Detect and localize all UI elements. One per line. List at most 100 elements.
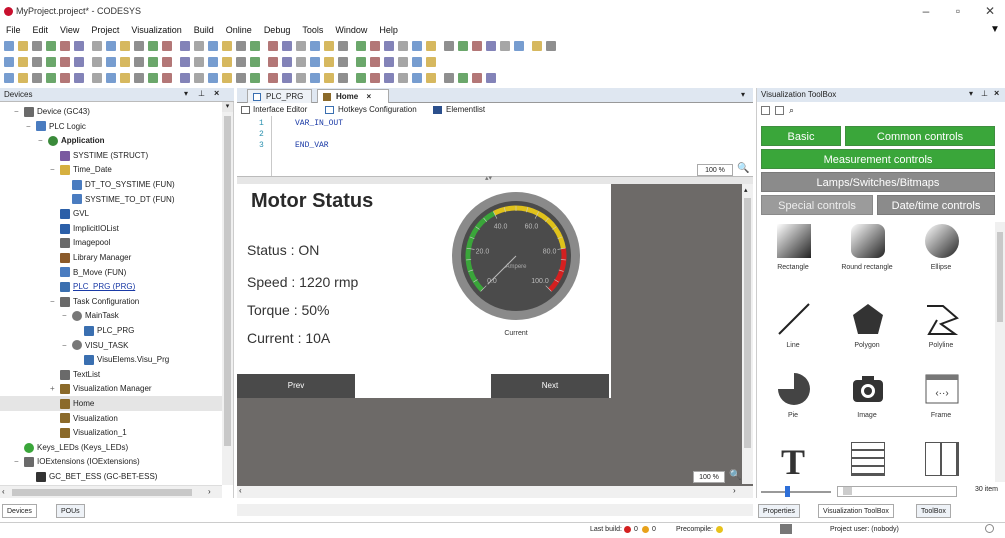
toolbar-button-icon[interactable] bbox=[310, 73, 320, 83]
menu-tools[interactable]: Tools bbox=[296, 22, 329, 38]
tree-item[interactable]: PLC_PRG bbox=[0, 323, 222, 338]
toolbar-button-icon[interactable] bbox=[4, 73, 14, 83]
panel-dropdown-icon[interactable]: ▾ bbox=[184, 89, 188, 98]
splitter-grip-icon[interactable]: ▴▾ bbox=[485, 174, 492, 182]
tree-item[interactable]: − MainTask bbox=[0, 308, 222, 323]
toolbar-button-icon[interactable] bbox=[296, 41, 306, 51]
minimize-button[interactable]: – bbox=[912, 2, 940, 20]
close-button[interactable]: ✕ bbox=[976, 2, 1004, 20]
code-line[interactable]: END_VAR bbox=[295, 141, 329, 150]
toolbar-button-icon[interactable] bbox=[208, 57, 218, 67]
toolbar-button-icon[interactable] bbox=[208, 41, 218, 51]
toolbar-button-icon[interactable] bbox=[120, 57, 130, 67]
expand-toggle-icon[interactable]: − bbox=[50, 162, 58, 177]
tab-home[interactable]: Home × bbox=[317, 89, 389, 103]
tool-pie[interactable]: Pie bbox=[763, 370, 823, 440]
canvas-vertical-scrollbar[interactable]: ▴ bbox=[742, 184, 753, 484]
tree-item[interactable]: B_Move (FUN) bbox=[0, 265, 222, 280]
tool-round-rectangle[interactable]: Round rectangle bbox=[837, 222, 897, 292]
panel-close-icon[interactable]: × bbox=[994, 88, 999, 98]
toolbox-filter-icon[interactable]: ⌕ bbox=[789, 105, 794, 116]
tree-item[interactable]: + Visualization Manager bbox=[0, 381, 222, 396]
tree-item[interactable]: TextList bbox=[0, 367, 222, 382]
close-tab-icon[interactable]: × bbox=[366, 92, 371, 101]
tool-polygon[interactable]: Polygon bbox=[837, 300, 897, 370]
toolbar-button-icon[interactable] bbox=[370, 41, 380, 51]
menu-file[interactable]: File bbox=[0, 22, 27, 38]
visu-page-home[interactable]: Motor Status Status : ON Speed : 1220 rm… bbox=[237, 184, 611, 398]
toolbar-button-icon[interactable] bbox=[60, 73, 70, 83]
pin-icon[interactable]: ▼ bbox=[984, 22, 1005, 38]
toolbar-button-icon[interactable] bbox=[222, 73, 232, 83]
expand-toggle-icon[interactable]: − bbox=[50, 294, 58, 309]
zoom-magnifier-icon[interactable]: 🔍 bbox=[737, 163, 749, 175]
toolbar-button-icon[interactable] bbox=[444, 73, 454, 83]
tool-ellipse[interactable]: Ellipse bbox=[911, 222, 971, 292]
tree-item[interactable]: VisuElems.Visu_Prg bbox=[0, 352, 222, 367]
menu-view[interactable]: View bbox=[54, 22, 85, 38]
tool-textfield[interactable] bbox=[837, 440, 897, 480]
toolbar-button-icon[interactable] bbox=[148, 41, 158, 51]
toolbar-button-icon[interactable] bbox=[180, 73, 190, 83]
panel-dropdown-icon[interactable]: ▾ bbox=[969, 89, 973, 98]
toolbar-button-icon[interactable] bbox=[74, 41, 84, 51]
tab-list-icon[interactable]: ▾ bbox=[741, 90, 745, 99]
category-basic[interactable]: Basic bbox=[761, 126, 841, 146]
scroll-left-icon[interactable]: ‹ bbox=[2, 487, 5, 496]
toolbar-button-icon[interactable] bbox=[120, 41, 130, 51]
toolbar-button-icon[interactable] bbox=[444, 41, 454, 51]
tree-item[interactable]: PLC_PRG (PRG) bbox=[0, 279, 222, 294]
tool-text[interactable]: T bbox=[763, 440, 823, 480]
toolbar-button-icon[interactable] bbox=[236, 73, 246, 83]
toolbar-button-icon[interactable] bbox=[296, 73, 306, 83]
toolbar-button-icon[interactable] bbox=[486, 41, 496, 51]
toolbar-button-icon[interactable] bbox=[472, 73, 482, 83]
tree-item[interactable]: DT_TO_SYSTIME (FUN) bbox=[0, 177, 222, 192]
scroll-right-icon[interactable]: › bbox=[208, 487, 211, 496]
menu-project[interactable]: Project bbox=[85, 22, 125, 38]
toolbar-button-icon[interactable] bbox=[472, 41, 482, 51]
toolbox-scrollbar[interactable] bbox=[995, 222, 1005, 482]
scroll-thumb[interactable] bbox=[224, 116, 231, 446]
toolbar-button-icon[interactable] bbox=[4, 41, 14, 51]
toolbar-button-icon[interactable] bbox=[250, 57, 260, 67]
category-lamps-switches[interactable]: Lamps/Switches/Bitmaps bbox=[761, 172, 995, 192]
toolbar-button-icon[interactable] bbox=[74, 57, 84, 67]
subtab-elementlist[interactable]: Elementlist bbox=[446, 104, 485, 116]
toolbar-button-icon[interactable] bbox=[162, 57, 172, 67]
toolbar-button-icon[interactable] bbox=[426, 57, 436, 67]
next-button[interactable]: Next bbox=[491, 374, 609, 398]
toolbar-button-icon[interactable] bbox=[338, 57, 348, 67]
menu-help[interactable]: Help bbox=[373, 22, 404, 38]
toolbar-button-icon[interactable] bbox=[268, 57, 278, 67]
toolbar-button-icon[interactable] bbox=[60, 57, 70, 67]
toolbar-button-icon[interactable] bbox=[222, 57, 232, 67]
scroll-up-icon[interactable]: ▴ bbox=[744, 186, 748, 194]
toolbar-button-icon[interactable] bbox=[398, 73, 408, 83]
toolbar-button-icon[interactable] bbox=[134, 73, 144, 83]
expand-toggle-icon[interactable]: − bbox=[38, 133, 46, 148]
tree-item[interactable]: Keys_LEDs (Keys_LEDs) bbox=[0, 440, 222, 455]
tool-line[interactable]: Line bbox=[763, 300, 823, 370]
toolbar-button-icon[interactable] bbox=[458, 73, 468, 83]
subtab-hotkeys[interactable]: Hotkeys Configuration bbox=[338, 104, 417, 116]
tree-item[interactable]: − VISU_TASK bbox=[0, 338, 222, 353]
menu-debug[interactable]: Debug bbox=[258, 22, 297, 38]
tool-polyline[interactable]: Polyline bbox=[911, 300, 971, 370]
toolbar-button-icon[interactable] bbox=[282, 41, 292, 51]
toolbox-view-icon[interactable] bbox=[775, 106, 784, 115]
panel-pin-icon[interactable]: ⊥ bbox=[981, 89, 988, 98]
toolbar-button-icon[interactable] bbox=[412, 41, 422, 51]
tree-item[interactable]: − IOExtensions (IOExtensions) bbox=[0, 454, 222, 469]
expand-toggle-icon[interactable]: − bbox=[14, 104, 22, 119]
warning-count[interactable]: 0 bbox=[652, 526, 656, 533]
toolbar-button-icon[interactable] bbox=[180, 41, 190, 51]
tree-item[interactable]: − Application bbox=[0, 133, 222, 148]
menu-online[interactable]: Online bbox=[220, 22, 258, 38]
toolbar-button-icon[interactable] bbox=[18, 41, 28, 51]
tool-frame[interactable]: ‹··› Frame bbox=[911, 370, 971, 440]
toolbar-button-icon[interactable] bbox=[338, 73, 348, 83]
menu-window[interactable]: Window bbox=[329, 22, 373, 38]
toolbar-button-icon[interactable] bbox=[282, 73, 292, 83]
toolbar-button-icon[interactable] bbox=[250, 73, 260, 83]
